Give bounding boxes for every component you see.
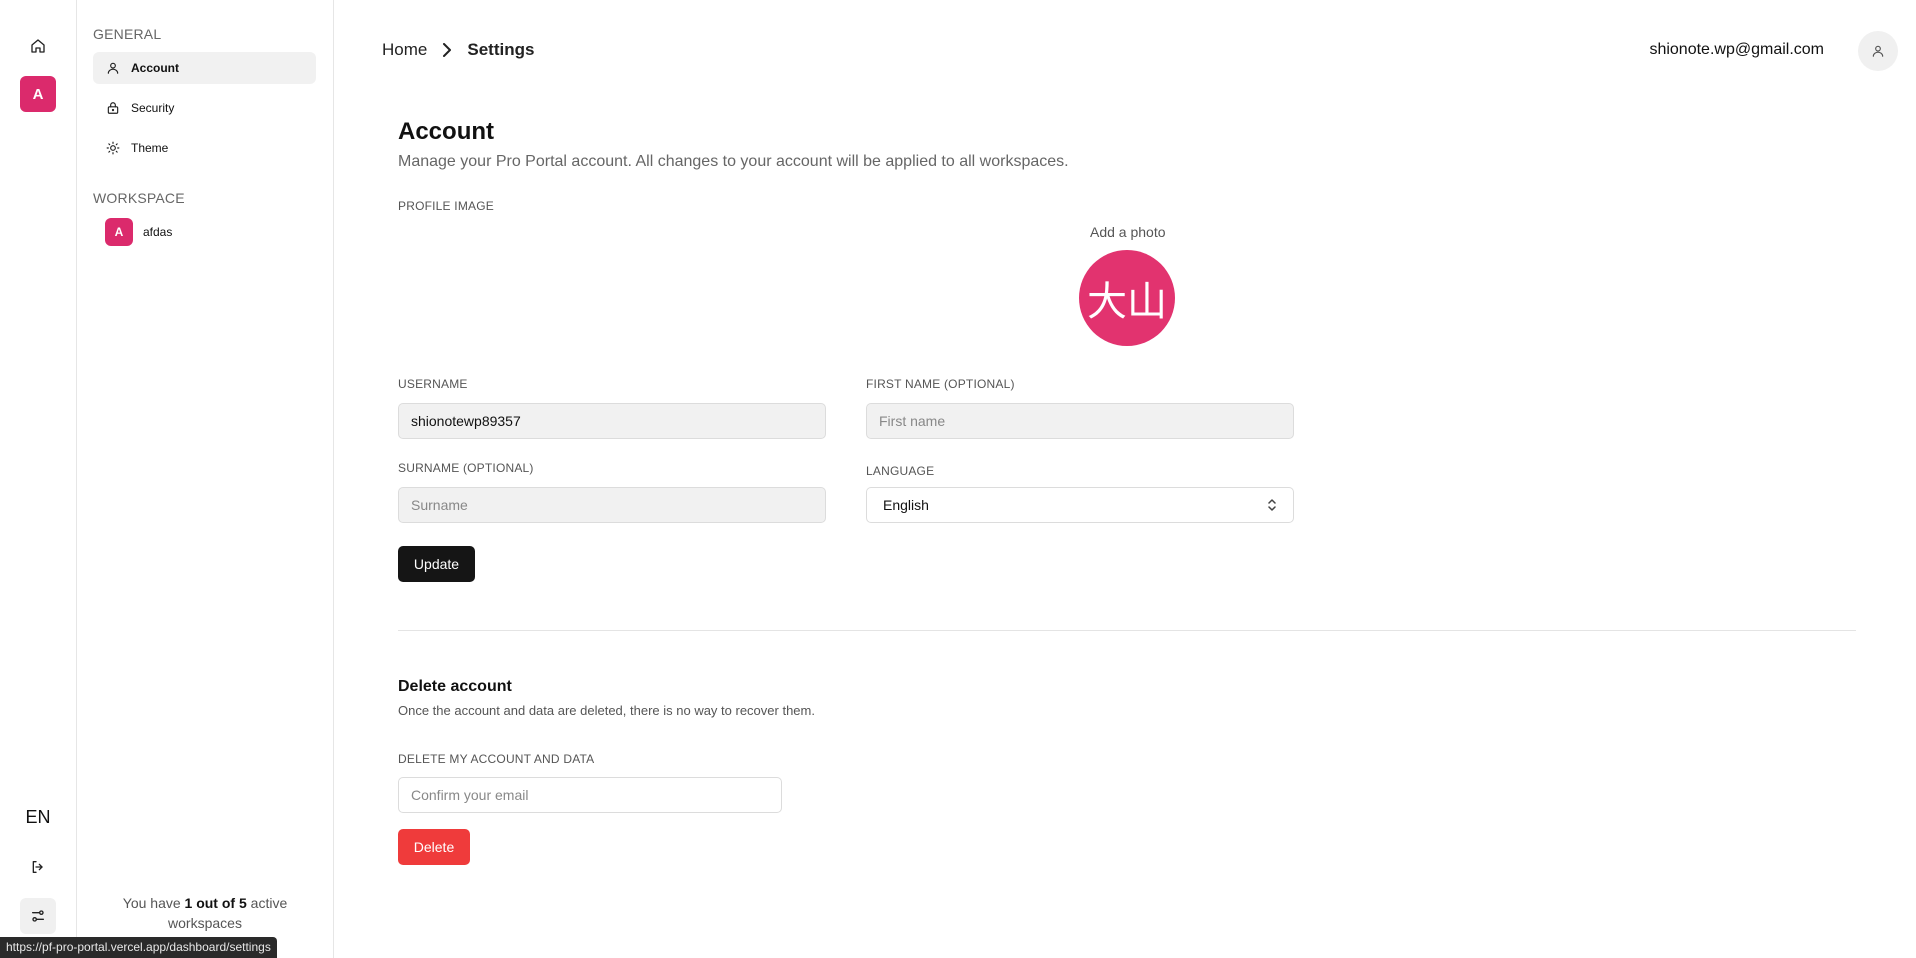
language-select[interactable]: English [866, 487, 1294, 523]
add-photo-link[interactable]: Add a photo [1090, 224, 1166, 240]
user-menu-button[interactable] [1858, 31, 1898, 71]
breadcrumb-home-link[interactable]: Home [382, 40, 427, 60]
username-label: USERNAME [398, 377, 468, 391]
logout-icon[interactable] [19, 848, 57, 886]
user-email: shionote.wp@gmail.com [1649, 41, 1824, 58]
sidebar-item-label: Security [131, 101, 175, 115]
lock-icon [105, 100, 121, 116]
workspace-item[interactable]: A afdas [105, 218, 172, 246]
breadcrumb-current: Settings [467, 40, 535, 59]
surname-label: SURNAME (OPTIONAL) [398, 461, 534, 475]
breadcrumb: Home Settings [382, 40, 534, 60]
user-icon [105, 60, 121, 76]
workspace-switcher-button[interactable]: A [20, 76, 56, 112]
delete-account-title: Delete account [398, 678, 512, 695]
sidebar-item-account[interactable]: Account [93, 52, 316, 84]
general-section-title: GENERAL [93, 26, 162, 42]
workspace-section-title: WORKSPACE [93, 190, 185, 206]
sun-icon [105, 140, 121, 156]
profile-image-label: PROFILE IMAGE [398, 199, 494, 213]
first-name-label: FIRST NAME (OPTIONAL) [866, 377, 1015, 391]
confirm-email-input[interactable]: Confirm your email [398, 777, 782, 813]
chevron-up-down-icon [1267, 498, 1277, 512]
delete-button[interactable]: Delete [398, 829, 470, 865]
section-divider [398, 630, 1856, 631]
update-button[interactable]: Update [398, 546, 475, 582]
page-subtitle: Manage your Pro Portal account. All chan… [398, 153, 1069, 170]
delete-account-label: DELETE MY ACCOUNT AND DATA [398, 752, 595, 766]
surname-input[interactable]: Surname [398, 487, 826, 523]
sidebar-item-label: Account [131, 61, 179, 75]
language-value: English [883, 497, 929, 513]
delete-account-description: Once the account and data are deleted, t… [398, 703, 815, 718]
sidebar-item-security[interactable]: Security [93, 92, 316, 124]
user-icon [1871, 44, 1885, 58]
chevron-right-icon [441, 43, 453, 57]
settings-sidebar: GENERAL Account Security Theme WORKSPACE… [77, 0, 334, 958]
page-title: Account [398, 118, 494, 145]
language-label: LANGUAGE [866, 464, 935, 478]
profile-avatar[interactable]: 大山 [1079, 250, 1175, 346]
language-toggle[interactable]: EN [19, 798, 57, 836]
workspace-count: 1 out of 5 [184, 895, 247, 911]
sidebar-item-label: Theme [131, 141, 169, 155]
sidebar-item-theme[interactable]: Theme [93, 132, 316, 164]
workspace-avatar: A [105, 218, 133, 246]
icon-rail: A EN [0, 0, 77, 958]
sliders-icon[interactable] [20, 898, 56, 934]
workspace-count-text: You have 1 out of 5 active workspaces [122, 895, 288, 931]
first-name-input[interactable]: First name [866, 403, 1294, 439]
workspace-name: afdas [143, 225, 173, 239]
home-icon[interactable] [19, 27, 57, 65]
username-input[interactable]: shionotewp89357 [398, 403, 826, 439]
status-bar-url: https://pf-pro-portal.vercel.app/dashboa… [0, 937, 277, 958]
